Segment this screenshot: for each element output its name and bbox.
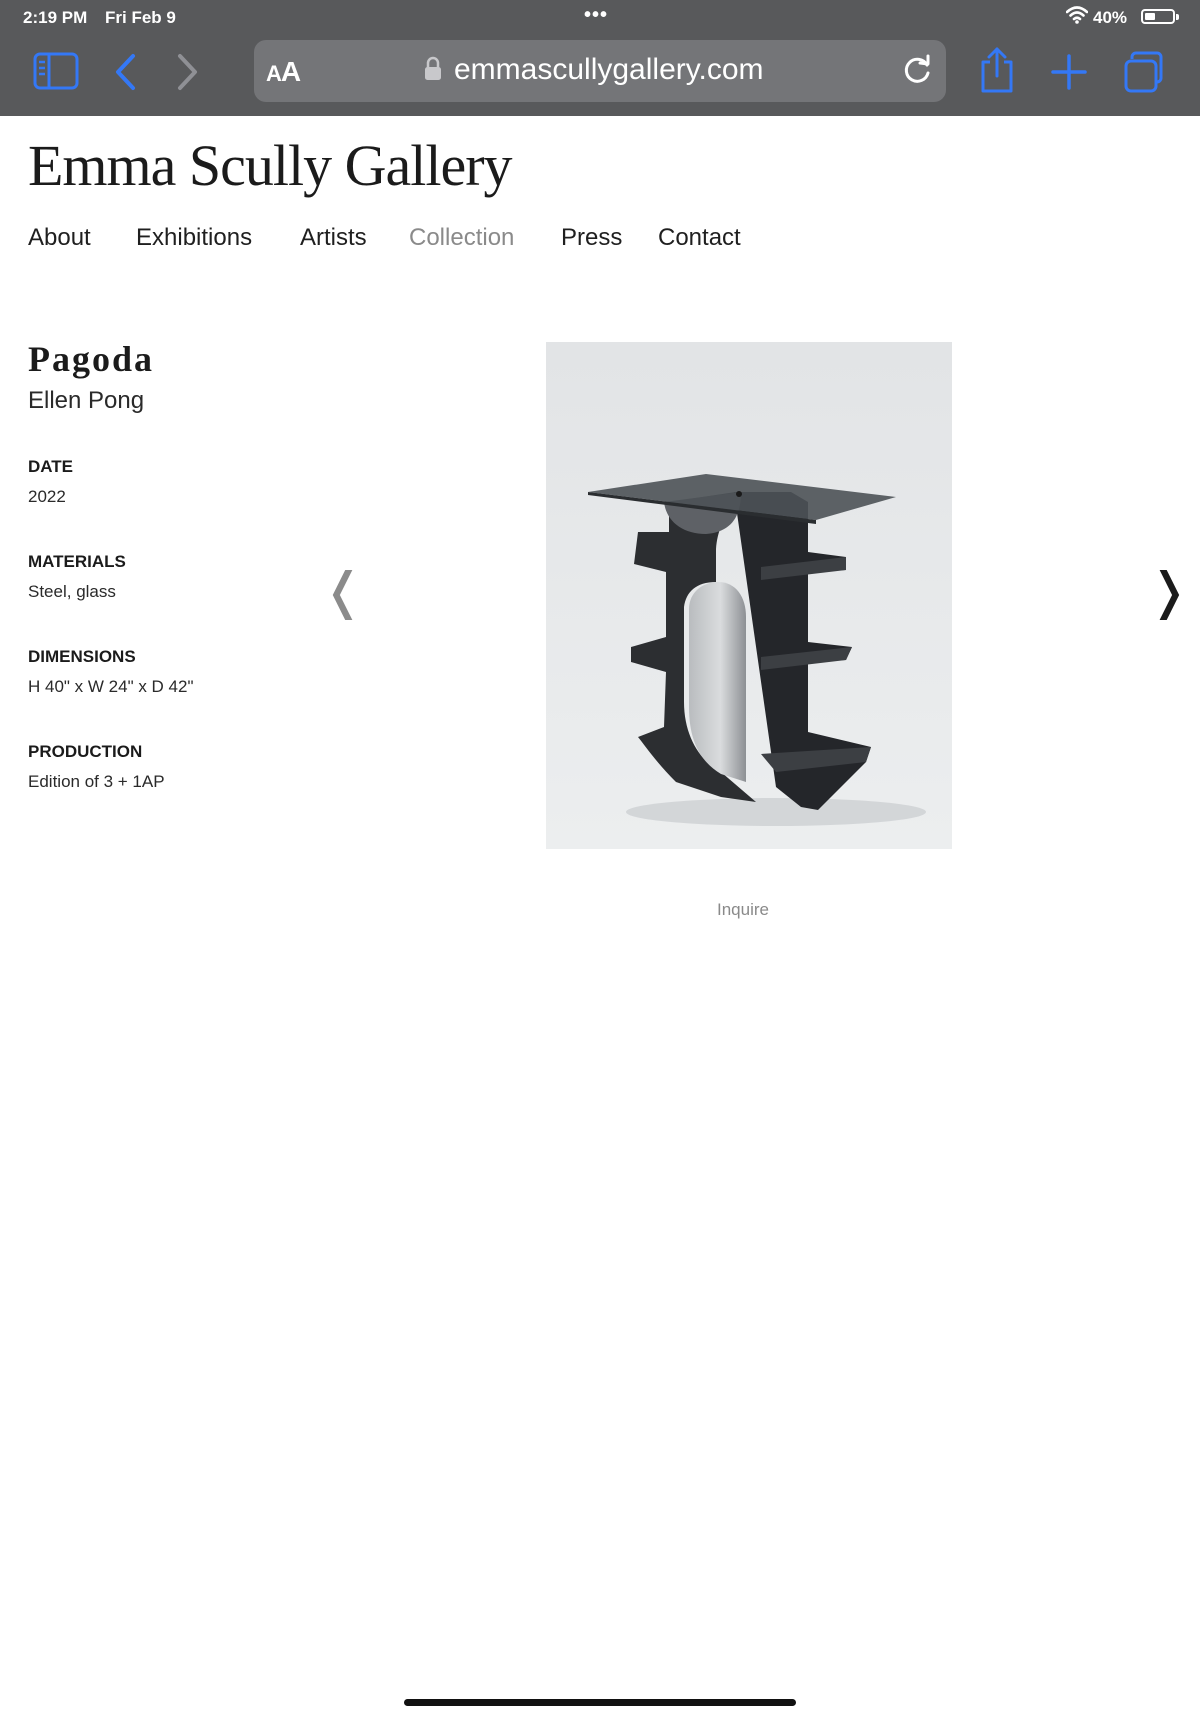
nav-artists[interactable]: Artists [300, 224, 367, 252]
sidebar-icon[interactable] [33, 52, 79, 90]
nav-collection[interactable]: Collection [409, 224, 514, 252]
back-icon[interactable] [113, 53, 137, 91]
nav-contact[interactable]: Contact [658, 224, 741, 252]
date-value: 2022 [28, 487, 66, 506]
artwork-photo[interactable] [546, 342, 952, 849]
production-value: Edition of 3 + 1AP [28, 772, 165, 791]
dimensions-label: DIMENSIONS [28, 647, 136, 666]
reload-icon[interactable] [900, 53, 934, 87]
lock-icon [425, 56, 441, 80]
site-logo-title[interactable]: Emma Scully Gallery [28, 130, 513, 202]
battery-icon [1141, 9, 1175, 24]
production-label: PRODUCTION [28, 742, 143, 761]
new-tab-icon[interactable] [1051, 54, 1087, 90]
nav-press[interactable]: Press [561, 224, 622, 252]
status-date: Fri Feb 9 [105, 8, 176, 27]
multitasking-dots-icon[interactable]: ••• [584, 4, 608, 27]
inquire-link[interactable]: Inquire [717, 900, 769, 920]
nav-exhibitions[interactable]: Exhibitions [136, 224, 252, 252]
dimensions-value: H 40" x W 24" x D 42" [28, 677, 194, 696]
wifi-icon [1066, 6, 1088, 24]
url-text: emmascullygallery.com [454, 53, 764, 86]
battery-tip [1176, 14, 1179, 20]
status-time: 2:19 PM [23, 8, 88, 27]
nav-about[interactable]: About [28, 224, 91, 252]
materials-value: Steel, glass [28, 582, 116, 601]
reader-view-button[interactable]: AA [266, 56, 301, 88]
browser-chrome: 2:19 PM Fri Feb 9 ••• 40% AA emmascullyg… [0, 0, 1200, 116]
artist-name[interactable]: Ellen Pong [28, 387, 144, 415]
artwork-title: Pagoda [28, 339, 155, 379]
next-arrow-icon[interactable]: ❭ [1148, 566, 1190, 616]
share-icon[interactable] [978, 46, 1016, 94]
date-label: DATE [28, 457, 74, 476]
tabs-icon[interactable] [1122, 50, 1166, 94]
status-bar: 2:19 PM Fri Feb 9 ••• 40% [0, 0, 1200, 34]
previous-arrow-icon[interactable]: ❬ [322, 566, 364, 616]
home-indicator[interactable] [404, 1699, 796, 1706]
battery-percent: 40% [1093, 8, 1128, 27]
materials-label: MATERIALS [28, 552, 126, 571]
address-bar[interactable]: AA emmascullygallery.com [254, 40, 946, 102]
forward-icon[interactable] [176, 53, 200, 91]
